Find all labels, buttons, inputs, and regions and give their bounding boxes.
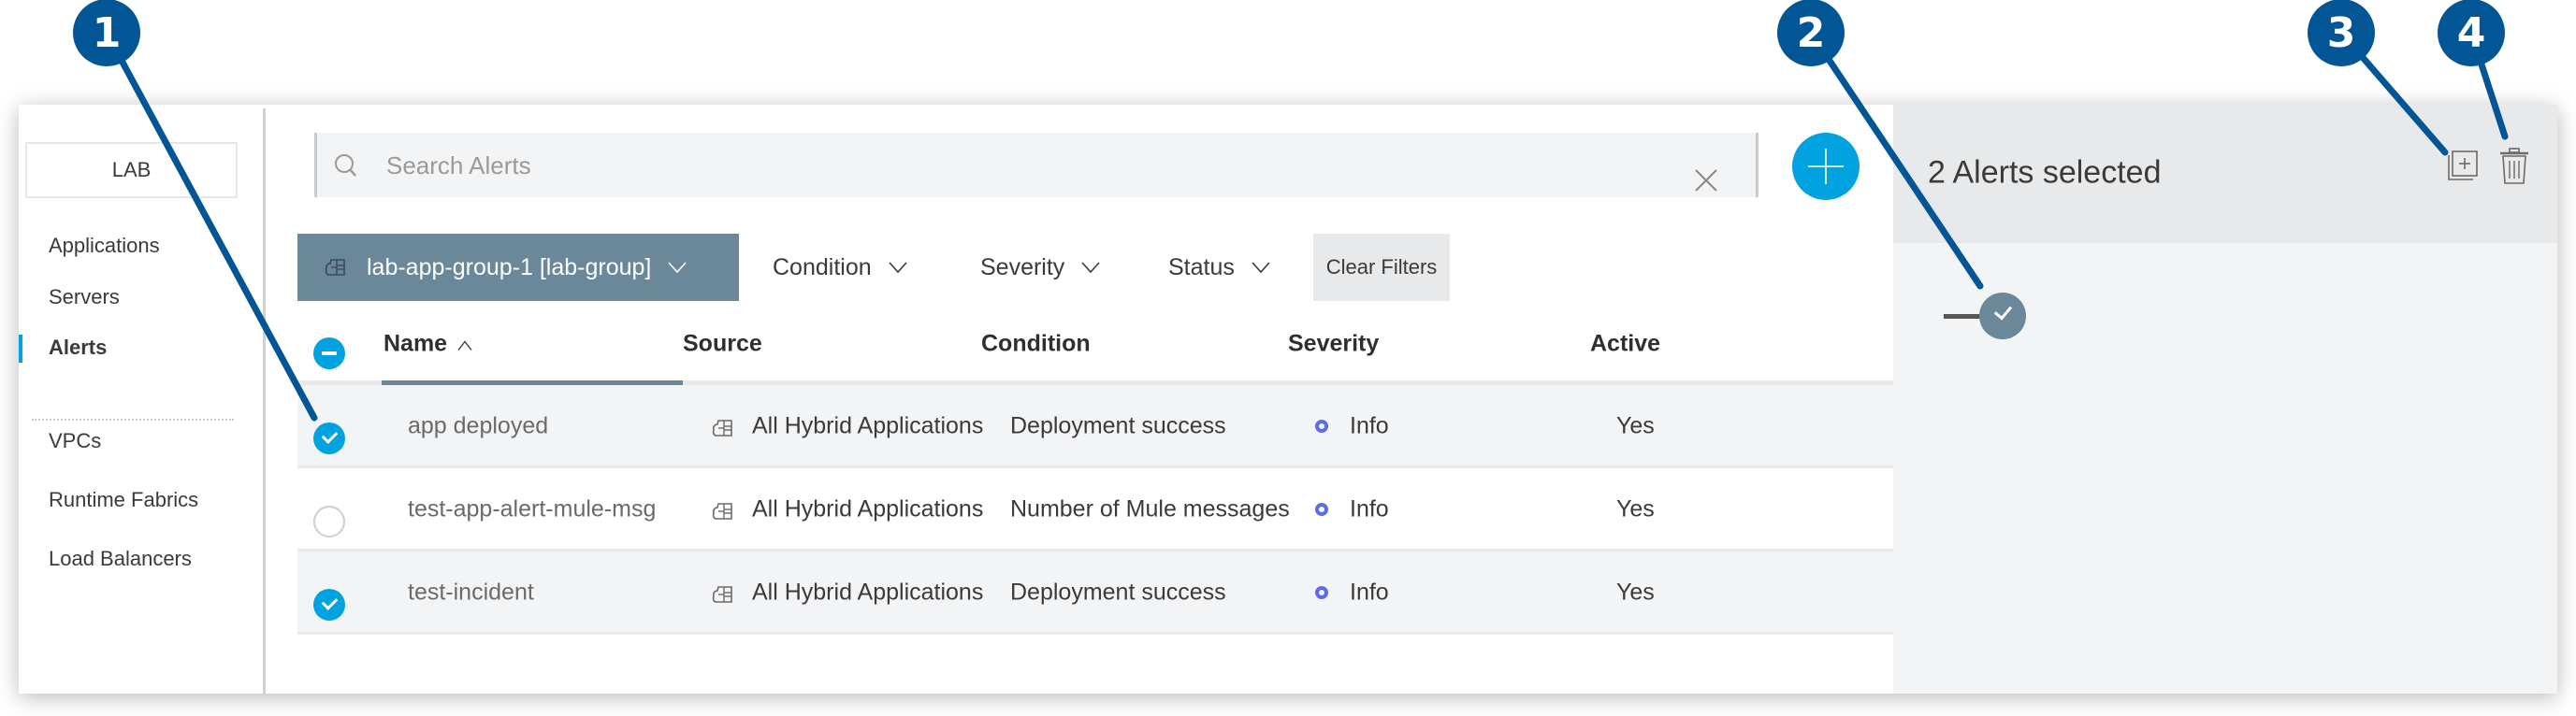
- sidebar-divider: [32, 419, 234, 421]
- close-icon[interactable]: [1694, 168, 1718, 193]
- duplicate-icon[interactable]: [2445, 150, 2479, 183]
- active-indicator: [19, 335, 22, 363]
- sort-ascending-icon: [457, 340, 472, 351]
- alert-condition: Deployment success: [1010, 579, 1226, 606]
- alert-source: All Hybrid Applications: [752, 412, 984, 439]
- condition-filter-dropdown[interactable]: Condition: [773, 234, 907, 301]
- callout-badge-3: 3: [2308, 0, 2375, 66]
- sidebar-item-servers[interactable]: Servers: [49, 285, 120, 309]
- sidebar-item-runtime-fabrics[interactable]: Runtime Fabrics: [49, 488, 198, 512]
- alert-source: All Hybrid Applications: [752, 495, 984, 523]
- alert-severity: Info: [1350, 495, 1389, 523]
- column-header-condition[interactable]: Condition: [981, 331, 1091, 358]
- column-header-name[interactable]: Name: [384, 331, 472, 358]
- alert-active: Yes: [1616, 495, 1655, 523]
- alert-name[interactable]: test-app-alert-mule-msg: [408, 496, 656, 523]
- alert-name[interactable]: test-incident: [408, 580, 534, 607]
- app-group-icon: [711, 500, 735, 520]
- selection-details-panel: 2 Alerts selected: [1893, 105, 2557, 694]
- table-row[interactable]: test-app-alert-mule-msg All Hybrid Applic…: [297, 468, 1893, 551]
- clear-filters-button[interactable]: Clear Filters: [1313, 234, 1450, 301]
- search-icon: [335, 154, 356, 177]
- search-input[interactable]: [384, 133, 1679, 199]
- chevron-down-icon: [1252, 262, 1270, 273]
- alerts-window: LAB Applications Servers Alerts VPCs Run…: [19, 105, 2557, 694]
- search-bar: [314, 133, 1758, 199]
- column-header-active[interactable]: Active: [1590, 331, 1660, 358]
- severity-filter-dropdown[interactable]: Severity: [980, 234, 1100, 301]
- column-header-source[interactable]: Source: [683, 331, 762, 358]
- alert-source: All Hybrid Applications: [752, 579, 984, 606]
- callout-badge-1: 1: [73, 0, 140, 66]
- callout-badge-2: 2: [1777, 0, 1845, 66]
- row-checkbox[interactable]: [313, 589, 345, 621]
- sidebar: LAB Applications Servers Alerts VPCs Run…: [19, 105, 263, 694]
- alert-active: Yes: [1616, 412, 1655, 439]
- app-group-icon: [711, 583, 735, 603]
- enable-toggle[interactable]: [1944, 292, 2026, 340]
- alert-severity: Info: [1350, 412, 1389, 439]
- app-group-icon: [711, 417, 735, 437]
- alert-active: Yes: [1616, 579, 1655, 606]
- chevron-down-icon: [668, 262, 687, 273]
- row-checkbox[interactable]: [313, 422, 345, 454]
- row-checkbox[interactable]: [313, 506, 345, 537]
- trash-icon[interactable]: [2499, 148, 2529, 185]
- alert-name[interactable]: app deployed: [408, 413, 548, 440]
- status-filter-label: Status: [1168, 253, 1235, 280]
- group-filter-label: lab-app-group-1 [lab-group]: [367, 253, 652, 280]
- group-filter-dropdown[interactable]: lab-app-group-1 [lab-group]: [297, 234, 739, 301]
- app-group-icon: [325, 259, 345, 276]
- chevron-down-icon: [889, 262, 907, 273]
- alert-condition: Deployment success: [1010, 412, 1226, 439]
- severity-info-icon: [1315, 586, 1328, 599]
- condition-filter-label: Condition: [773, 253, 872, 280]
- selection-count: 2 Alerts selected: [1928, 154, 2162, 191]
- add-alert-button[interactable]: [1792, 133, 1860, 200]
- status-filter-dropdown[interactable]: Status: [1168, 234, 1270, 301]
- table-row[interactable]: test-incident All Hybrid Applications Depl…: [297, 551, 1893, 635]
- sidebar-border: [263, 108, 266, 694]
- select-all-checkbox[interactable]: [313, 337, 345, 369]
- alert-severity: Info: [1350, 579, 1389, 606]
- table-row[interactable]: app deployed All Hybrid Applications Deplo…: [297, 385, 1893, 468]
- callout-badge-4: 4: [2438, 0, 2505, 66]
- severity-info-icon: [1315, 420, 1328, 433]
- sidebar-item-vpcs[interactable]: VPCs: [49, 429, 101, 453]
- sidebar-item-applications[interactable]: Applications: [49, 234, 160, 258]
- toggle-checkmark-icon: [1979, 293, 2026, 339]
- severity-filter-label: Severity: [980, 253, 1065, 280]
- alert-condition: Number of Mule messages: [1010, 495, 1290, 523]
- environment-selector[interactable]: LAB: [25, 142, 238, 198]
- sidebar-item-alerts[interactable]: Alerts: [49, 336, 107, 360]
- details-header: 2 Alerts selected: [1893, 105, 2557, 243]
- severity-info-icon: [1315, 503, 1328, 516]
- sidebar-item-load-balancers[interactable]: Load Balancers: [49, 547, 192, 571]
- column-header-severity[interactable]: Severity: [1288, 331, 1379, 358]
- chevron-down-icon: [1081, 262, 1100, 273]
